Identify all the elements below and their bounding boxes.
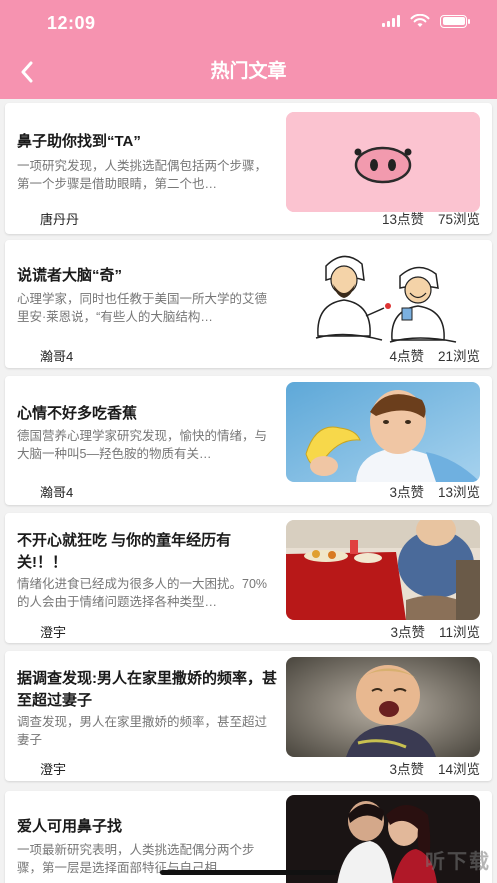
article-likes: 3点赞 xyxy=(389,485,424,500)
article-views: 14浏览 xyxy=(437,762,480,777)
article-title: 鼻子助你找到“TA” xyxy=(17,133,141,150)
article-desc: 一项研究发现，人类挑选配偶包括两个步骤，第一个步骤是借助眼睛，第二个也… xyxy=(17,159,268,191)
article-thumbnail xyxy=(286,246,480,346)
article-stats: 3点赞 11浏览 xyxy=(390,621,480,641)
article-stats: 4点赞 21浏览 xyxy=(389,345,480,365)
article-thumbnail xyxy=(286,112,480,212)
eating-table-image xyxy=(286,520,480,620)
app-header: 12:09 热门文章 xyxy=(0,0,497,99)
status-time: 12:09 xyxy=(47,13,96,33)
article-views: 21浏览 xyxy=(437,349,480,364)
status-icons xyxy=(382,14,470,28)
article-likes: 3点赞 xyxy=(390,625,425,640)
watermark-logo: 听下载 xyxy=(425,851,491,873)
article-desc: 情绪化进食已经成为很多人的一大困扰。70%的人会由于情绪问题选择各种类型… xyxy=(17,577,268,609)
article-author: 澄宇 xyxy=(40,762,67,777)
article-title: 心情不好多吃香蕉 xyxy=(17,405,138,422)
article-card[interactable]: 说谎者大脑“奇” 心理学家，同时也任教于美国一所大学的艾德里安·莱恩说，“有些人… xyxy=(5,240,492,368)
article-title: 据调查发现:男人在家里撒娇的频率，甚至超过妻子 xyxy=(17,670,277,709)
cartoon-liars-image xyxy=(286,246,480,346)
article-author: 瀚哥4 xyxy=(40,349,74,364)
article-card[interactable]: 据调查发现:男人在家里撒娇的频率，甚至超过妻子 调查发现，男人在家里撒娇的频率，… xyxy=(5,651,492,781)
article-desc: 心理学家，同时也任教于美国一所大学的艾德里安·莱恩说，“有些人的大脑结构… xyxy=(17,292,268,324)
signal-icon xyxy=(382,15,400,27)
article-views: 13浏览 xyxy=(437,485,480,500)
article-stats: 3点赞 13浏览 xyxy=(389,481,480,501)
article-desc: 德国营养心理学家研究发现，愉快的情绪，与大脑一种叫5—羟色胺的物质有关… xyxy=(17,429,268,461)
article-views: 11浏览 xyxy=(438,625,480,640)
article-desc: 调查发现，男人在家里撒娇的频率，甚至超过妻子 xyxy=(17,715,268,747)
article-card[interactable]: 鼻子助你找到“TA” 一项研究发现，人类挑选配偶包括两个步骤，第一个步骤是借助眼… xyxy=(5,103,492,234)
article-thumbnail xyxy=(286,657,480,757)
page-title: 热门文章 xyxy=(210,61,287,82)
article-likes: 3点赞 xyxy=(389,762,424,777)
article-thumbnail xyxy=(286,520,480,620)
article-thumbnail xyxy=(286,382,480,482)
crying-child-image xyxy=(286,657,480,757)
wifi-icon xyxy=(410,14,430,27)
article-card[interactable]: 不开心就狂吃 与你的童年经历有关!！！ 情绪化进食已经成为很多人的一大困扰。70… xyxy=(5,513,492,643)
article-stats: 3点赞 14浏览 xyxy=(389,758,480,778)
home-indicator[interactable] xyxy=(160,870,338,875)
article-title: 爱人可用鼻子找 xyxy=(17,818,123,835)
article-card[interactable]: 心情不好多吃香蕉 德国营养心理学家研究发现，愉快的情绪，与大脑一种叫5—羟色胺的… xyxy=(5,376,492,505)
article-author: 澄宇 xyxy=(40,625,67,640)
boy-banana-image xyxy=(286,382,480,482)
article-author: 唐丹丹 xyxy=(40,212,80,227)
article-likes: 4点赞 xyxy=(389,349,424,364)
article-author: 瀚哥4 xyxy=(40,485,74,500)
battery-icon xyxy=(440,14,470,28)
pig-nose-image xyxy=(286,112,480,212)
article-title: 不开心就狂吃 与你的童年经历有关!！！ xyxy=(17,532,232,571)
article-title: 说谎者大脑“奇” xyxy=(17,267,123,284)
